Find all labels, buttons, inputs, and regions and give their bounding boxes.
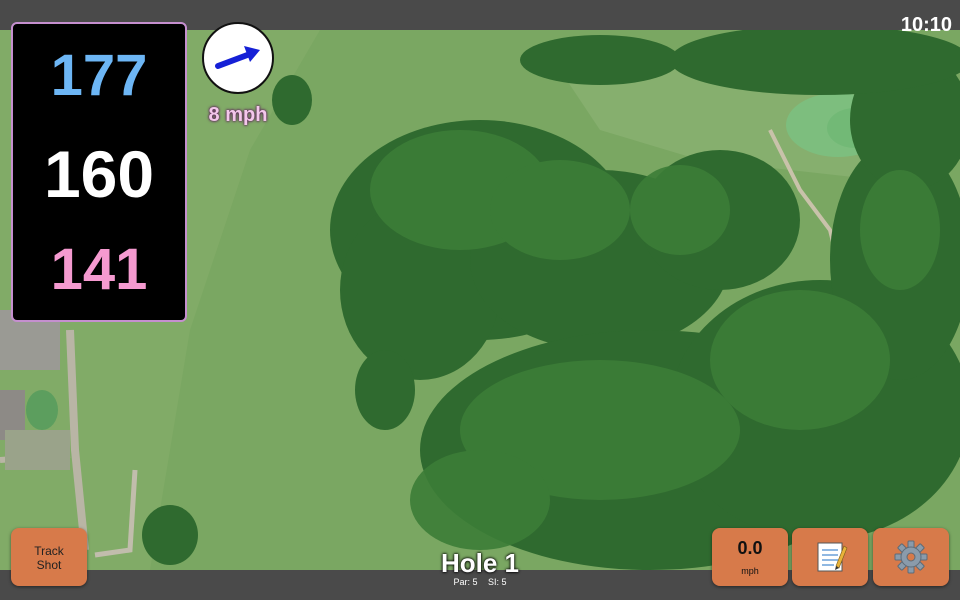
distance-center: 160	[43, 137, 155, 211]
distance-panel[interactable]: 177 160 141	[11, 22, 187, 322]
status-clock: 10:10	[900, 14, 952, 36]
hole-info: Par: 5 SI: 5	[380, 577, 580, 587]
wind-speed-label: 8 mph	[208, 104, 268, 126]
track-shot-label-line2: Shot	[36, 558, 62, 572]
distance-back: 177	[50, 43, 148, 108]
hole-par: Par: 5	[453, 577, 478, 587]
wind-speed-button[interactable]: 0.0 mph	[712, 528, 788, 586]
notepad-icon	[817, 542, 848, 572]
notes-button[interactable]	[792, 528, 868, 586]
track-shot-label-line1: Track	[34, 544, 64, 558]
hole-title: Hole 1	[440, 548, 520, 578]
track-shot-button[interactable]: Track Shot	[11, 528, 87, 586]
wind-speed-value: 0.0	[737, 538, 763, 558]
gear-icon	[894, 540, 928, 574]
wind-indicator[interactable]	[202, 22, 274, 94]
wind-direction-arrow-icon	[215, 46, 260, 69]
wind-speed-unit: mph	[741, 566, 759, 576]
settings-button[interactable]	[873, 528, 949, 586]
hole-stroke-index: SI: 5	[488, 577, 507, 587]
distance-front: 141	[50, 237, 148, 302]
